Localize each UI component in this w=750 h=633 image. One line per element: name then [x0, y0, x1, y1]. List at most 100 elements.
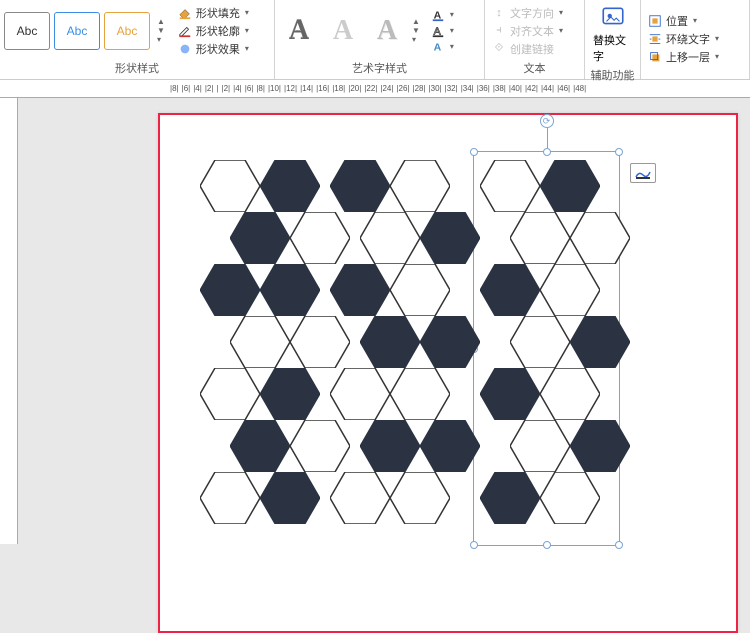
resize-handle-nw[interactable]: [470, 148, 478, 156]
hexagon-empty[interactable]: [540, 472, 600, 524]
wordart-preset-3[interactable]: A: [367, 11, 407, 51]
wrap-text-button[interactable]: 环绕文字▾: [645, 31, 722, 47]
group-shape-style: Abc Abc Abc ▲ ▼ ▾ 形状填充▾ 形状轮廓▾ 形状效果▾: [0, 0, 275, 79]
hexagon-empty[interactable]: [540, 368, 600, 420]
hexagon-empty[interactable]: [570, 212, 630, 264]
shape-effects-label: 形状效果: [196, 41, 240, 57]
expand-icon[interactable]: ▾: [412, 35, 420, 44]
hexagon-filled: [260, 368, 320, 420]
group-label-aux: 辅助功能: [589, 66, 636, 84]
hexagon-empty: [200, 160, 260, 212]
wordart-preset-2[interactable]: A: [323, 11, 363, 51]
shape-outline-button[interactable]: 形状轮廓▾: [175, 23, 252, 39]
resize-handle-se[interactable]: [615, 541, 623, 549]
hexagon-empty: [360, 212, 420, 264]
text-direction-label: 文字方向: [510, 5, 554, 21]
hexagon-filled: [360, 420, 420, 472]
hexagon-filled[interactable]: [480, 368, 540, 420]
hexagon-empty: [390, 472, 450, 524]
shape-preset-2[interactable]: Abc: [54, 12, 100, 50]
text-direction-icon: ↕: [492, 6, 506, 20]
text-fill-button[interactable]: A▾: [428, 8, 457, 22]
hexagon-filled: [360, 316, 420, 368]
hexagon-filled: [420, 420, 480, 472]
hexagon-filled: [260, 264, 320, 316]
text-outline-icon: A: [431, 24, 445, 38]
resize-handle-ne[interactable]: [615, 148, 623, 156]
text-effects-button[interactable]: A▾: [428, 40, 457, 54]
wordart-preset-1[interactable]: A: [279, 11, 319, 51]
chevron-down-icon[interactable]: ▼: [157, 26, 165, 35]
hexagon-empty[interactable]: [540, 264, 600, 316]
hexagon-filled: [230, 420, 290, 472]
rotation-connector: [547, 128, 548, 148]
pen-icon: [178, 24, 192, 38]
align-text-label: 对齐文本: [510, 23, 554, 39]
group-label-wordart: 艺术字样式: [279, 59, 480, 77]
link-icon: ⟐: [492, 42, 506, 56]
hexagon-filled: [200, 264, 260, 316]
shape-fill-button[interactable]: 形状填充▾: [175, 5, 252, 21]
document-canvas[interactable]: ⟳: [18, 98, 750, 544]
hexagon-empty: [330, 368, 390, 420]
vertical-ruler[interactable]: [0, 98, 18, 544]
hexagon-empty: [390, 264, 450, 316]
resize-handle-s[interactable]: [543, 541, 551, 549]
hexagon-filled: [420, 316, 480, 368]
effects-icon: [178, 42, 192, 56]
position-label: 位置: [666, 13, 688, 29]
position-icon: [648, 14, 662, 28]
hexagon-filled: [420, 212, 480, 264]
hexagon-empty: [290, 420, 350, 472]
bring-forward-icon: [648, 50, 662, 64]
document-page: ⟳: [158, 113, 738, 633]
group-label-shape: 形状样式: [4, 59, 270, 77]
text-outline-button[interactable]: A▾: [428, 24, 457, 38]
expand-icon[interactable]: ▾: [157, 35, 165, 44]
alt-text-button[interactable]: 替换文字: [589, 2, 636, 66]
hexagon-filled[interactable]: [540, 160, 600, 212]
hexagon-empty: [230, 316, 290, 368]
bring-forward-label: 上移一层: [666, 49, 710, 65]
hexagon-filled: [330, 264, 390, 316]
resize-handle-sw[interactable]: [470, 541, 478, 549]
group-wordart: A A A ▲ ▼ ▾ A▾ A▾ A▾ 艺术字样式: [275, 0, 485, 79]
hexagon-empty[interactable]: [510, 212, 570, 264]
shape-preset-3[interactable]: Abc: [104, 12, 150, 50]
rotation-handle[interactable]: ⟳: [540, 114, 554, 128]
text-fill-icon: A: [431, 8, 445, 22]
hexagon-empty: [390, 160, 450, 212]
position-button[interactable]: 位置▾: [645, 13, 722, 29]
hexagon-filled[interactable]: [480, 472, 540, 524]
paint-bucket-icon: [178, 6, 192, 20]
resize-handle-n[interactable]: [543, 148, 551, 156]
layout-options-button[interactable]: [630, 163, 656, 183]
group-label-arrange: [645, 75, 745, 77]
hexagon-filled[interactable]: [570, 420, 630, 472]
chevron-up-icon[interactable]: ▲: [412, 17, 420, 26]
align-text-button[interactable]: ⫞对齐文本▾: [489, 23, 566, 39]
ribbon-toolbar: Abc Abc Abc ▲ ▼ ▾ 形状填充▾ 形状轮廓▾ 形状效果▾: [0, 0, 750, 80]
hexagon-filled[interactable]: [480, 264, 540, 316]
chevron-down-icon[interactable]: ▼: [412, 26, 420, 35]
group-arrange: 位置▾ 环绕文字▾ 上移一层▾: [641, 0, 750, 79]
svg-text:A: A: [434, 41, 442, 53]
hexagon-filled: [260, 472, 320, 524]
hexagon-empty: [390, 368, 450, 420]
hexagon-filled[interactable]: [570, 316, 630, 368]
hexagon-empty: [330, 472, 390, 524]
shape-effects-button[interactable]: 形状效果▾: [175, 41, 252, 57]
hexagon-empty[interactable]: [480, 160, 540, 212]
hexagon-empty[interactable]: [510, 420, 570, 472]
hexagon-empty: [200, 472, 260, 524]
create-link-button[interactable]: ⟐创建链接: [489, 41, 566, 57]
shape-preset-1[interactable]: Abc: [4, 12, 50, 50]
hexagon-empty: [200, 368, 260, 420]
hexagon-filled: [260, 160, 320, 212]
text-direction-button[interactable]: ↕文字方向▾: [489, 5, 566, 21]
hexagon-empty[interactable]: [510, 316, 570, 368]
chevron-up-icon[interactable]: ▲: [157, 17, 165, 26]
hexagon-empty: [290, 316, 350, 368]
horizontal-ruler[interactable]: |8||6||4||2|||2||4||6||8||10||12||14||16…: [0, 80, 750, 98]
bring-forward-button[interactable]: 上移一层▾: [645, 49, 722, 65]
